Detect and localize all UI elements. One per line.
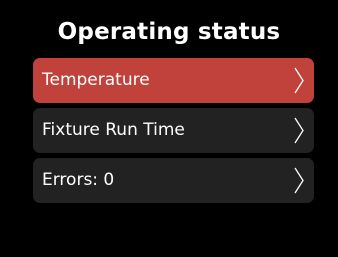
menu-item-fixture-run-time[interactable]: Fixture Run Time	[33, 108, 314, 153]
chevron-right-icon	[293, 117, 305, 144]
status-menu: Temperature Fixture Run Time Errors: 0	[33, 58, 314, 208]
menu-item-label: Temperature	[42, 70, 150, 90]
menu-item-label: Errors: 0	[42, 170, 115, 190]
chevron-right-icon	[293, 67, 305, 94]
chevron-right-icon	[293, 167, 305, 194]
menu-item-label: Fixture Run Time	[42, 120, 185, 140]
menu-item-temperature[interactable]: Temperature	[33, 58, 314, 103]
operating-status-screen: Operating status Temperature Fixture Run…	[0, 0, 338, 257]
menu-item-errors[interactable]: Errors: 0	[33, 158, 314, 203]
page-title: Operating status	[57, 19, 281, 45]
